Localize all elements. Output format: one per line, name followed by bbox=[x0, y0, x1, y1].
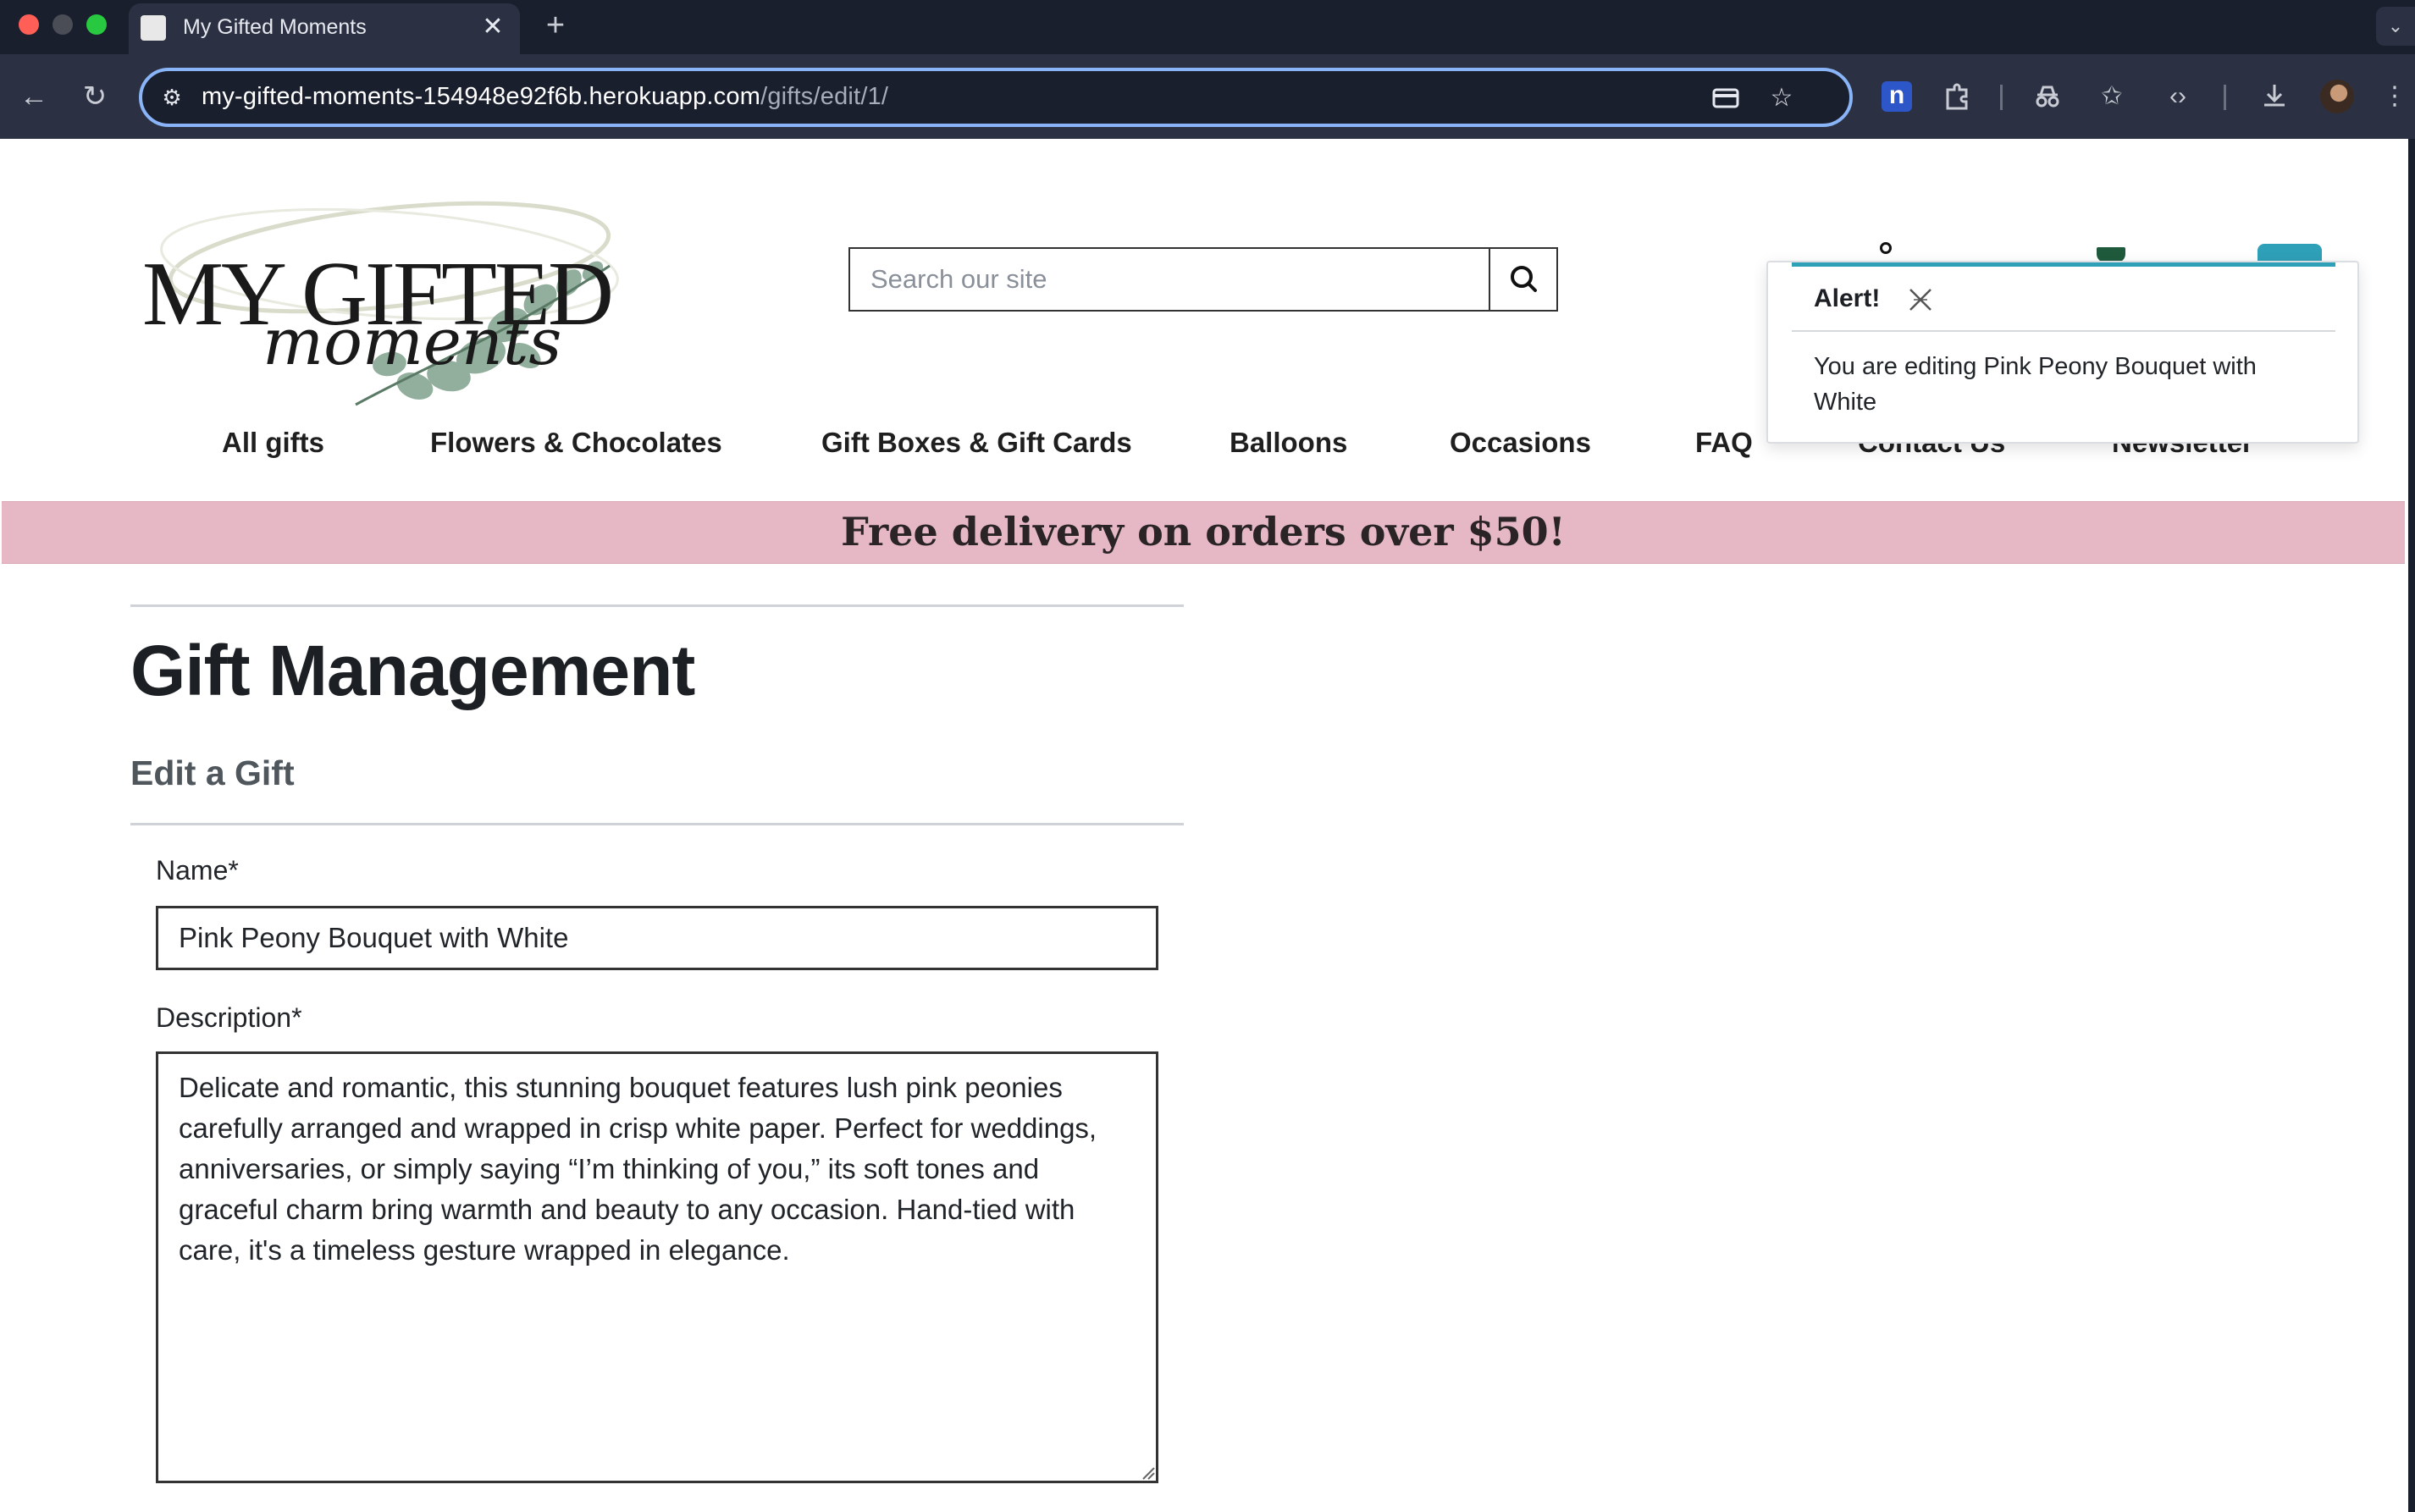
toolbar-divider bbox=[2224, 85, 2226, 110]
page-title: Gift Management bbox=[130, 631, 695, 710]
tab-search-chevron-icon[interactable]: ⌄ bbox=[2376, 7, 2415, 46]
nav-item-faq[interactable]: FAQ bbox=[1695, 427, 1753, 459]
download-icon[interactable] bbox=[2256, 78, 2293, 115]
address-bar[interactable]: ⚙ my-gifted-moments-154948e92f6b.herokua… bbox=[139, 68, 1853, 127]
new-tab-button[interactable]: + bbox=[539, 7, 572, 44]
alert-close-icon[interactable] bbox=[1904, 283, 1937, 317]
browser-tab-active[interactable]: My Gifted Moments ✕ bbox=[129, 3, 520, 54]
reload-icon[interactable]: ↻ bbox=[75, 76, 115, 117]
address-url[interactable]: my-gifted-moments-154948e92f6b.herokuapp… bbox=[202, 83, 888, 111]
description-textarea[interactable]: Delicate and romantic, this stunning bou… bbox=[156, 1051, 1158, 1483]
nav-item-flowers-chocolates[interactable]: Flowers & Chocolates bbox=[430, 427, 722, 459]
tab-favicon-icon bbox=[141, 15, 166, 41]
logo-script-text: moments bbox=[262, 304, 562, 379]
web-page: MY GIFTED moments All gifts Flowers & Ch… bbox=[0, 139, 2408, 1512]
nav-item-occasions[interactable]: Occasions bbox=[1450, 427, 1591, 459]
extensions-puzzle-icon[interactable] bbox=[1939, 78, 1976, 115]
alert-popover: Alert! You are editing Pink Peony Bouque… bbox=[1766, 261, 2359, 444]
window-close-button[interactable] bbox=[19, 14, 39, 35]
bookmark-star-icon[interactable]: ☆ bbox=[1765, 81, 1799, 115]
developer-code-icon[interactable]: ‹› bbox=[2159, 78, 2197, 115]
back-arrow-icon[interactable]: ← bbox=[14, 76, 54, 117]
browser-toolbar: ← ↻ ⚙ my-gifted-moments-154948e92f6b.her… bbox=[0, 54, 2415, 139]
section-divider bbox=[130, 604, 1184, 607]
browser-tab-strip: My Gifted Moments ✕ + ⌄ bbox=[0, 0, 2415, 54]
more-menu-icon[interactable]: ⋮ bbox=[2378, 78, 2412, 115]
tab-close-icon[interactable]: ✕ bbox=[476, 10, 510, 44]
site-search bbox=[848, 247, 1558, 312]
site-logo[interactable]: MY GIFTED moments bbox=[135, 164, 677, 418]
name-label: Name* bbox=[156, 855, 239, 886]
alert-title: Alert! bbox=[1814, 284, 1881, 312]
window-minimize-button[interactable] bbox=[52, 14, 73, 35]
account-icon[interactable] bbox=[1880, 242, 1892, 254]
alert-message: You are editing Pink Peony Bouquet with … bbox=[1814, 353, 2257, 416]
toolbar-divider bbox=[2000, 85, 2003, 110]
card-icon[interactable] bbox=[1709, 81, 1743, 115]
tab-title: My Gifted Moments bbox=[183, 15, 367, 39]
search-input[interactable] bbox=[850, 249, 1489, 310]
window-zoom-button[interactable] bbox=[86, 14, 107, 35]
search-icon bbox=[1511, 266, 1537, 292]
promo-banner-text: Free delivery on orders over $50! bbox=[841, 509, 1566, 555]
textarea-resize-handle[interactable] bbox=[1141, 1466, 1155, 1480]
search-button[interactable] bbox=[1489, 249, 1556, 310]
favorites-star-icon[interactable]: ✩ bbox=[2093, 78, 2130, 115]
nav-item-all-gifts[interactable]: All gifts bbox=[222, 427, 324, 459]
name-field[interactable]: Pink Peony Bouquet with White bbox=[156, 906, 1158, 970]
promo-banner: Free delivery on orders over $50! bbox=[2, 501, 2405, 564]
profile-avatar[interactable] bbox=[2320, 80, 2354, 113]
alert-accent-bar bbox=[1792, 262, 2335, 267]
extension-n-icon[interactable]: n bbox=[1882, 81, 1912, 112]
window-edge bbox=[2408, 139, 2415, 1512]
nav-item-balloons[interactable]: Balloons bbox=[1230, 427, 1347, 459]
alert-divider bbox=[1792, 330, 2335, 332]
incognito-icon[interactable] bbox=[2029, 78, 2066, 115]
site-settings-icon[interactable]: ⚙ bbox=[158, 83, 186, 112]
page-subtitle: Edit a Gift bbox=[130, 753, 295, 792]
description-label: Description* bbox=[156, 1002, 302, 1033]
nav-item-gift-boxes[interactable]: Gift Boxes & Gift Cards bbox=[821, 427, 1132, 459]
section-divider bbox=[130, 823, 1184, 825]
